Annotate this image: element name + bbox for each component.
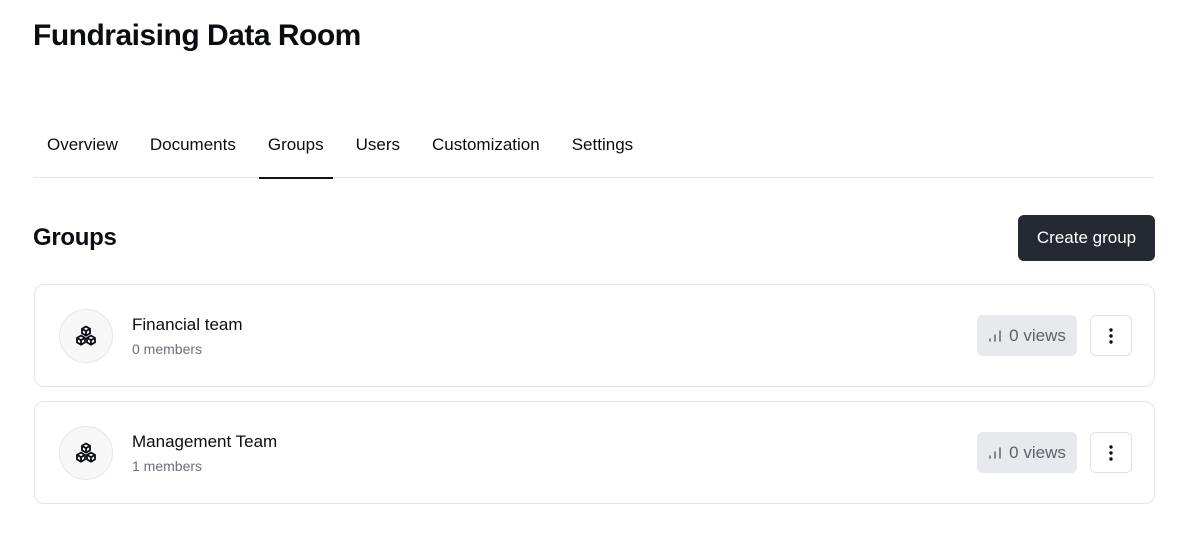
group-avatar	[59, 426, 113, 480]
more-vertical-icon	[1109, 444, 1113, 461]
create-group-button[interactable]: Create group	[1018, 215, 1155, 261]
views-badge[interactable]: 0 views	[977, 315, 1077, 356]
group-options-button[interactable]	[1090, 432, 1132, 473]
boxes-icon	[76, 325, 96, 346]
boxes-icon	[76, 442, 96, 463]
group-card-management-team[interactable]: Management Team 1 members 0 views	[34, 401, 1155, 504]
data-room-page: Fundraising Data Room Overview Documents…	[0, 0, 1200, 543]
group-member-count: 1 members	[132, 458, 203, 474]
group-name: Management Team	[132, 432, 278, 451]
tab-overview[interactable]: Overview	[38, 123, 127, 178]
tab-customization[interactable]: Customization	[423, 123, 549, 178]
group-options-button[interactable]	[1090, 315, 1132, 356]
bar-chart-icon	[989, 446, 1001, 459]
tab-groups[interactable]: Groups	[258, 123, 333, 179]
tab-settings[interactable]: Settings	[563, 123, 642, 178]
page-title: Fundraising Data Room	[33, 19, 361, 52]
group-card-financial-team[interactable]: Financial team 0 members 0 views	[34, 284, 1155, 387]
tab-documents[interactable]: Documents	[141, 123, 245, 178]
tab-bar: Overview Documents Groups Users Customiz…	[33, 123, 1155, 179]
groups-section-title: Groups	[33, 224, 117, 251]
views-count: 0 views	[1009, 325, 1066, 345]
views-badge[interactable]: 0 views	[977, 432, 1077, 473]
group-member-count: 0 members	[132, 341, 203, 357]
views-count: 0 views	[1009, 442, 1066, 462]
group-name: Financial team	[132, 315, 243, 334]
group-avatar	[59, 309, 113, 363]
bar-chart-icon	[989, 329, 1001, 342]
tab-users[interactable]: Users	[347, 123, 409, 178]
more-vertical-icon	[1109, 327, 1113, 344]
